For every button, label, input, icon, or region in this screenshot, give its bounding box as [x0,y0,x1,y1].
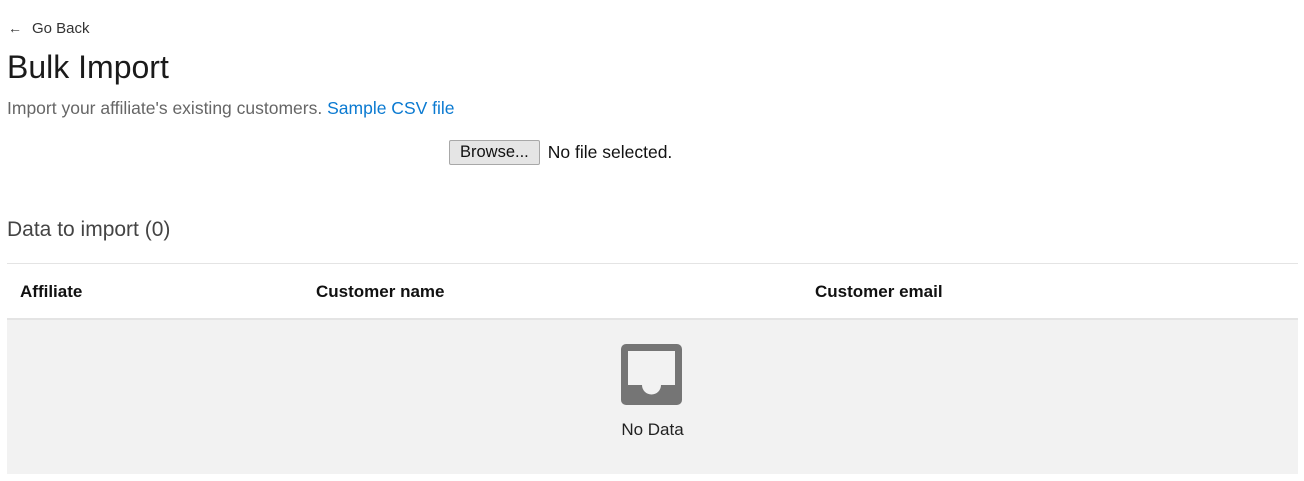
browse-button[interactable]: Browse... [449,140,540,165]
description-text: Import your affiliate's existing custome… [7,98,323,118]
inbox-icon [621,344,682,405]
file-input: Browse... No file selected. [449,140,672,165]
page-description: Import your affiliate's existing custome… [7,96,455,120]
table-empty-state: No Data [7,320,1298,474]
column-header-customer-email: Customer email [815,282,943,301]
file-status: No file selected. [547,142,673,162]
arrow-left-icon: ← [8,20,22,36]
go-back-link[interactable]: ← Go Back [8,18,90,38]
sample-csv-link[interactable]: Sample CSV file [327,98,454,118]
import-section-title: Data to import (0) [7,218,171,241]
go-back-label: Go Back [32,19,90,37]
column-header-affiliate: Affiliate [20,282,83,301]
page-title: Bulk Import [7,49,169,85]
empty-state-text: No Data [621,420,684,439]
column-header-customer-name: Customer name [316,282,445,301]
table-header: Affiliate Customer name Customer email [7,264,1298,320]
